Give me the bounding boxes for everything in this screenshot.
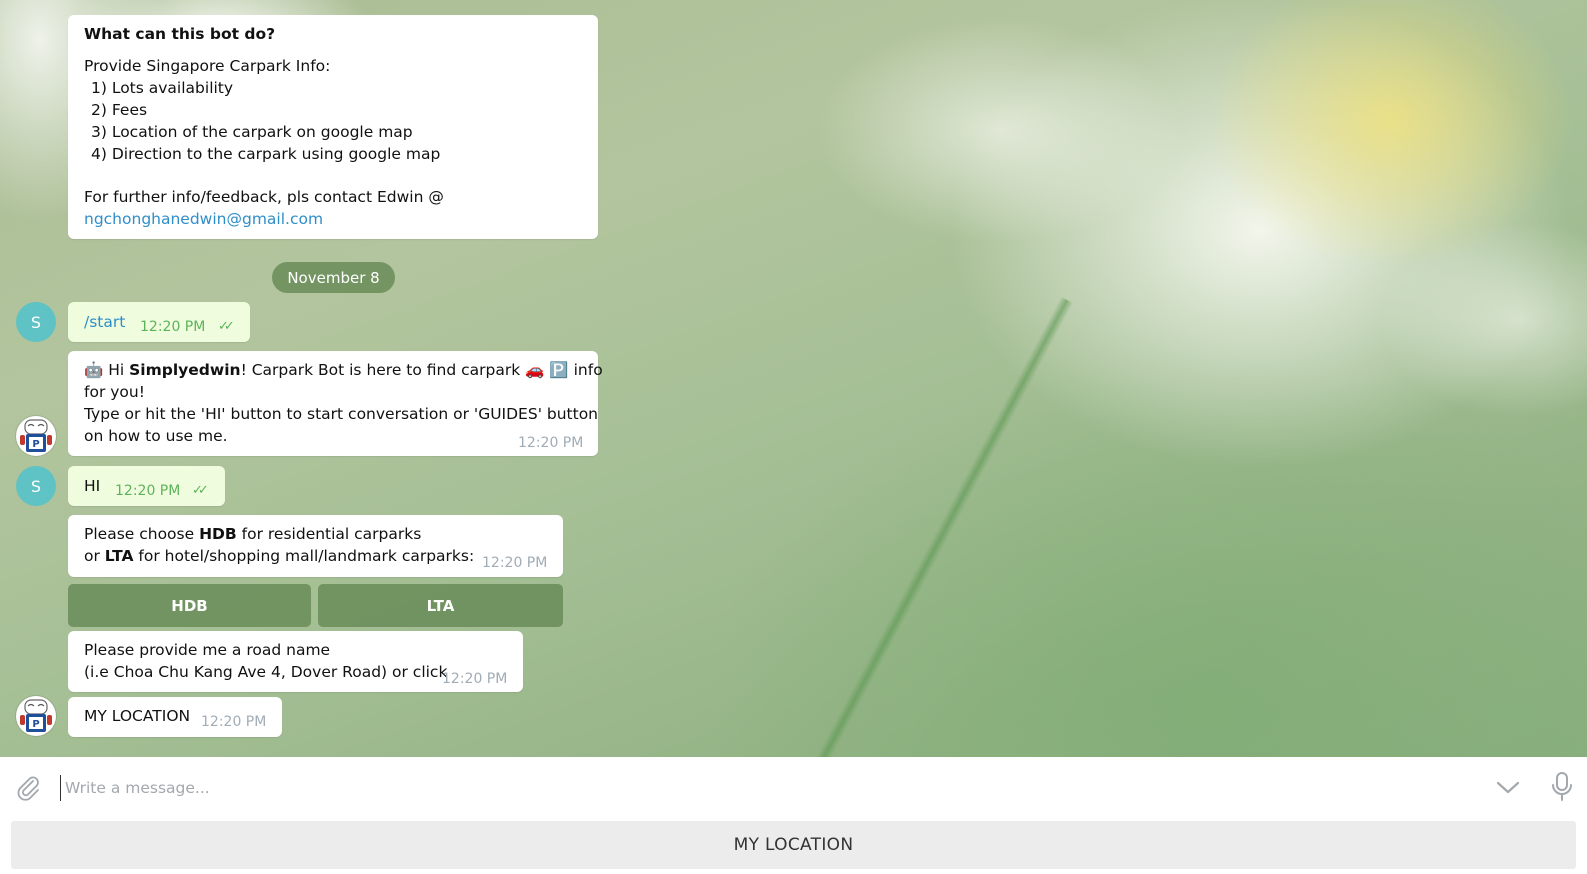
bot-avatar[interactable]: P <box>16 696 56 736</box>
message-bubble-choose: Please choose HDB for residential carpar… <box>68 515 563 577</box>
svg-text:P: P <box>32 439 39 450</box>
message-text: HI <box>84 477 101 495</box>
choose-text: Please choose <box>84 525 200 543</box>
microphone-icon[interactable] <box>1550 771 1574 807</box>
message-bubble-road: Please provide me a road name (i.e Choa … <box>68 631 523 692</box>
welcome-line: on how to use me. <box>84 427 228 445</box>
message-time: 12:20 PM <box>115 483 181 499</box>
bot-command-link[interactable]: /start <box>84 311 125 333</box>
avatar-initial: S <box>30 312 42 332</box>
bot-logo-icon: P <box>20 419 52 452</box>
read-checkmarks-icon: ✓✓ <box>218 319 235 334</box>
bot-description-bubble: What can this bot do? Provide Singapore … <box>68 15 598 239</box>
inline-button-lta[interactable]: LTA <box>318 584 563 627</box>
choose-lta-text: LTA <box>104 547 134 565</box>
message-time: 12:20 PM <box>442 671 508 687</box>
message-input[interactable] <box>60 775 1447 801</box>
bot-description-item: 3) Location of the carpark on google map <box>91 123 413 141</box>
message-time: 12:20 PM <box>518 435 584 451</box>
bot-logo-icon: P <box>20 699 52 732</box>
svg-text:P: P <box>32 719 39 730</box>
message-bubble-welcome: 🤖 Hi Simplyedwin! Carpark Bot is here to… <box>68 351 603 456</box>
choose-hdb-text: HDB <box>199 525 237 543</box>
robot-icon: 🤖 <box>84 361 104 379</box>
choose-text: for hotel/shopping mall/landmark carpark… <box>133 547 475 565</box>
welcome-text: ! Carpark Bot is here to find carpark <box>240 361 526 379</box>
avatar-initial: S <box>30 476 42 496</box>
message-bubble-my-location: MY LOCATION 12:20 PM <box>68 697 282 737</box>
message-text: MY LOCATION <box>84 707 191 725</box>
road-line: Please provide me a road name <box>84 641 331 659</box>
chevron-down-icon[interactable] <box>1496 777 1520 801</box>
user-name: Simplyedwin <box>129 361 241 379</box>
paperclip-icon[interactable] <box>14 773 42 805</box>
bot-description-line: Provide Singapore Carpark Info: <box>84 57 331 75</box>
bot-description-title: What can this bot do? <box>84 25 276 43</box>
date-separator: November 8 <box>272 262 395 293</box>
user-avatar[interactable]: S <box>16 302 56 342</box>
welcome-text: Hi <box>103 361 130 379</box>
read-checkmarks-icon: ✓✓ <box>192 483 209 498</box>
welcome-line: 🤖 Hi Simplyedwin! Carpark Bot is here to… <box>84 359 603 381</box>
reply-keyboard-my-location-button[interactable]: MY LOCATION <box>11 821 1576 869</box>
background-flower-stem <box>797 296 1074 757</box>
message-bubble-start: /start 12:20 PM ✓✓ <box>68 302 250 342</box>
message-time: 12:20 PM <box>140 319 206 335</box>
bot-description-item: 1) Lots availability <box>91 79 234 97</box>
message-time: 12:20 PM <box>201 714 267 730</box>
choose-text: or <box>84 547 105 565</box>
contact-email-link[interactable]: ngchonghanedwin@gmail.com <box>84 208 323 230</box>
choose-text: for residential carparks <box>236 525 422 543</box>
choose-line: Please choose HDB for residential carpar… <box>84 523 421 545</box>
bot-description-item: 2) Fees <box>91 101 148 119</box>
parking-icon: 🅿️ <box>549 361 569 379</box>
user-avatar[interactable]: S <box>16 466 56 506</box>
welcome-line: Type or hit the 'HI' button to start con… <box>84 405 599 423</box>
message-bubble-hi: HI 12:20 PM ✓✓ <box>68 466 225 506</box>
bot-description-item: 4) Direction to the carpark using google… <box>91 145 441 163</box>
road-line: (i.e Choa Chu Kang Ave 4, Dover Road) or… <box>84 663 448 681</box>
car-icon: 🚗 <box>525 361 545 379</box>
welcome-text: info <box>568 361 603 379</box>
message-composer <box>0 757 1587 817</box>
message-time: 12:20 PM <box>482 555 548 571</box>
inline-button-hdb[interactable]: HDB <box>68 584 311 627</box>
welcome-line: for you! <box>84 383 145 401</box>
bot-avatar[interactable]: P <box>16 416 56 456</box>
choose-line: or LTA for hotel/shopping mall/landmark … <box>84 545 474 567</box>
chat-history: What can this bot do? Provide Singapore … <box>0 0 1587 757</box>
bot-description-contact: For further info/feedback, pls contact E… <box>84 188 444 206</box>
